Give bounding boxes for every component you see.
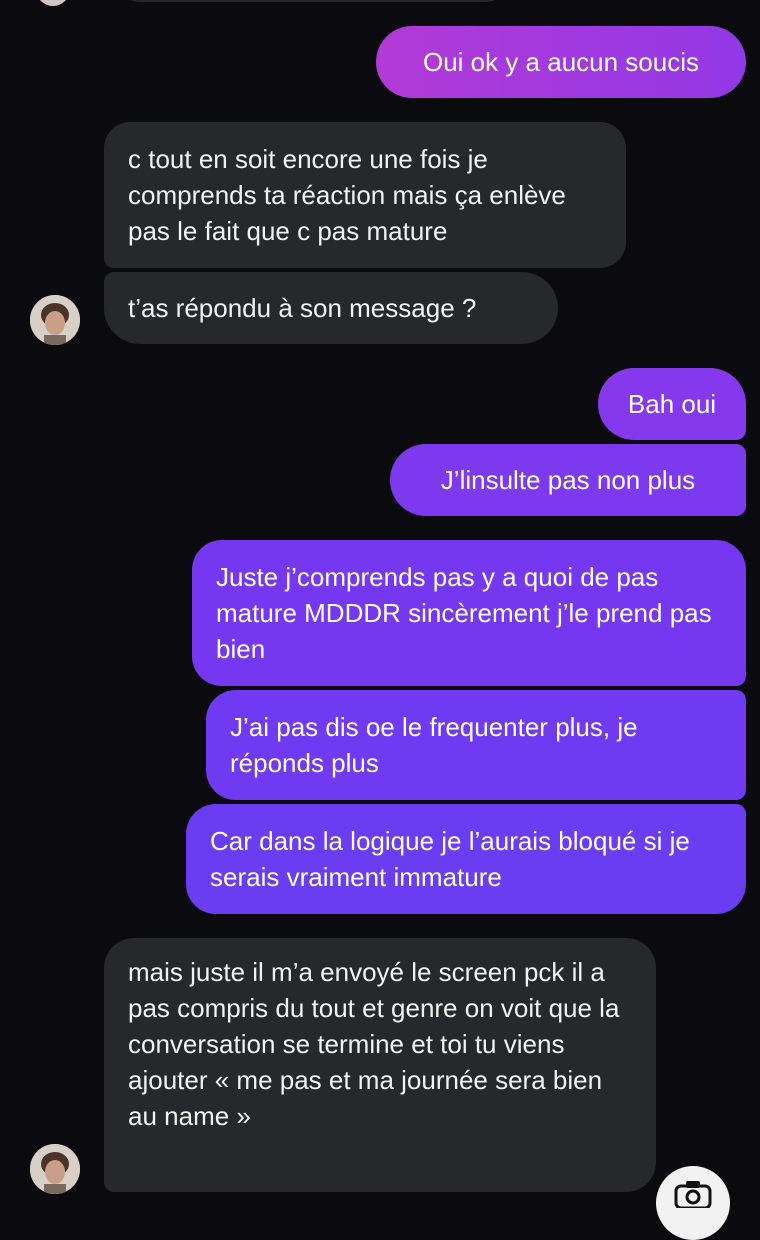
message-text: t’as répondu à son message ? <box>128 293 477 323</box>
message-bubble-outgoing[interactable]: J’ai pas dis oe le frequenter plus, je r… <box>206 690 746 800</box>
message-bubble-outgoing[interactable]: Oui ok y a aucun soucis <box>376 26 746 98</box>
message-text: J’linsulte pas non plus <box>440 465 696 495</box>
message-bubble-incoming[interactable]: t’as répondu à son message ? <box>104 272 558 344</box>
avatar[interactable] <box>30 295 80 345</box>
avatar[interactable] <box>36 0 70 6</box>
message-bubble-outgoing[interactable]: Car dans la logique je l’aurais bloqué s… <box>186 804 746 914</box>
message-bubble-incoming[interactable]: mais juste il m’a envoyé le screen pck i… <box>104 938 656 1192</box>
message-bubble-outgoing[interactable]: Bah oui <box>598 368 746 440</box>
message-bubble-incoming-cut <box>118 0 508 2</box>
message-text: Oui ok y a aucun soucis <box>422 47 700 77</box>
message-bubble-outgoing[interactable]: J’linsulte pas non plus <box>390 444 746 516</box>
camera-button[interactable] <box>656 1166 730 1240</box>
avatar-photo <box>30 295 80 345</box>
message-text: c tout en soit encore une fois je compre… <box>128 144 574 246</box>
message-text: mais juste il m’a envoyé le screen pck i… <box>128 957 627 1131</box>
message-text: Car dans la logique je l’aurais bloqué s… <box>210 826 698 892</box>
camera-icon <box>674 1181 712 1208</box>
message-text: Bah oui <box>627 389 717 419</box>
avatar[interactable] <box>30 1144 80 1194</box>
avatar-photo <box>30 1144 80 1194</box>
message-thread: Oui ok y a aucun soucis c tout en soit e… <box>0 0 760 1240</box>
message-text: J’ai pas dis oe le frequenter plus, je r… <box>230 712 645 778</box>
message-text: Juste j’comprends pas y a quoi de pas ma… <box>216 562 719 664</box>
message-bubble-incoming[interactable]: c tout en soit encore une fois je compre… <box>104 122 626 268</box>
message-bubble-outgoing[interactable]: Juste j’comprends pas y a quoi de pas ma… <box>192 540 746 686</box>
